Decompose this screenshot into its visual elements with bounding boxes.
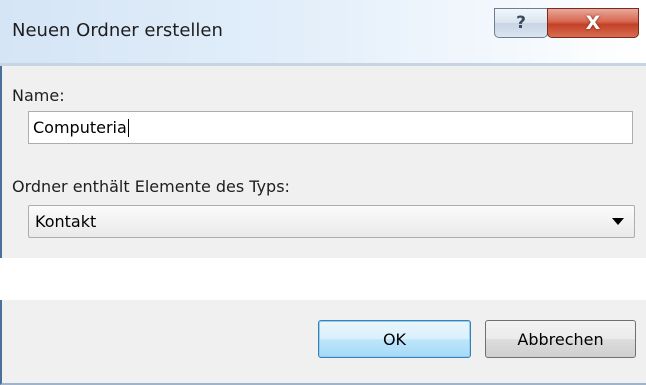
close-icon: X bbox=[585, 12, 601, 34]
button-bar: OK Abbrechen bbox=[0, 300, 646, 385]
title-bar[interactable]: Neuen Ordner erstellen ? X bbox=[0, 0, 646, 66]
close-button[interactable]: X bbox=[547, 8, 639, 38]
window-title: Neuen Ordner erstellen bbox=[12, 20, 223, 41]
separator-gap bbox=[0, 258, 646, 300]
type-label: Ordner enthält Elemente des Typs: bbox=[12, 177, 290, 196]
text-caret bbox=[127, 118, 129, 137]
help-button[interactable]: ? bbox=[494, 8, 548, 38]
name-input-value: Computeria bbox=[33, 118, 127, 137]
name-input[interactable]: Computeria bbox=[28, 111, 633, 144]
form-panel: Name: Computeria Ordner enthält Elemente… bbox=[0, 66, 646, 258]
type-select[interactable]: Kontakt bbox=[28, 205, 635, 238]
ok-button[interactable]: OK bbox=[318, 320, 471, 358]
name-label: Name: bbox=[12, 86, 65, 105]
help-icon: ? bbox=[516, 13, 526, 33]
cancel-button[interactable]: Abbrechen bbox=[485, 320, 636, 358]
type-select-value: Kontakt bbox=[35, 212, 97, 231]
chevron-down-icon[interactable] bbox=[612, 218, 624, 225]
